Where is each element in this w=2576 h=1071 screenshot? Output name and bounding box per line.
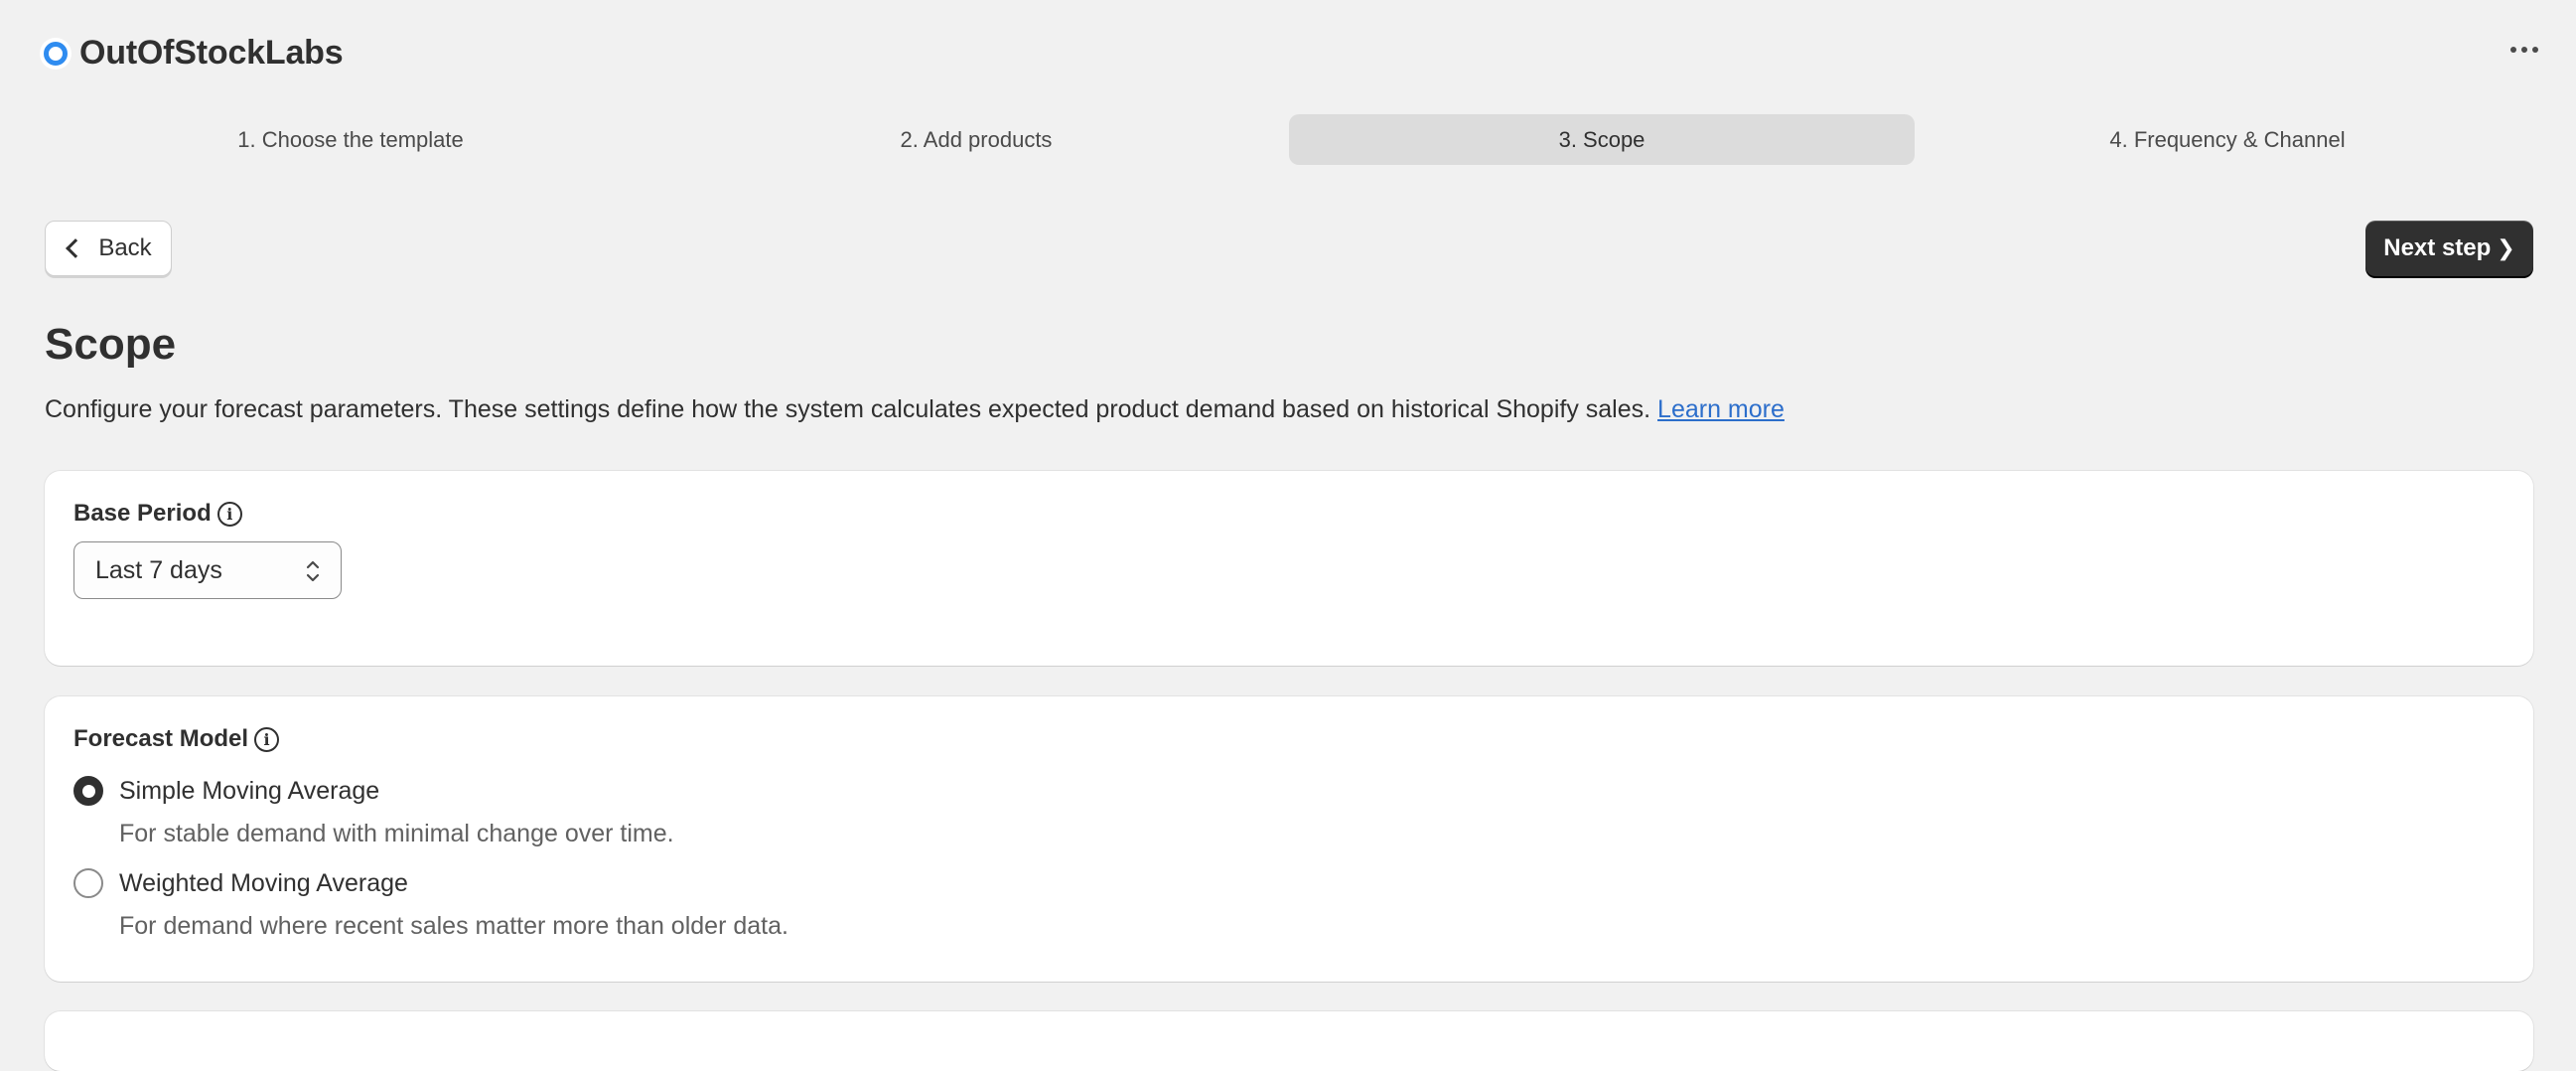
radio-button-checked[interactable] <box>73 776 103 806</box>
circle-logo-icon <box>40 37 72 70</box>
radio-weighted-moving-average[interactable]: Weighted Moving Average <box>73 868 408 898</box>
base-period-label: Base Period i <box>73 500 242 528</box>
base-period-card: Base Period i Last 7 days <box>45 471 2533 666</box>
page-title: Scope <box>45 320 177 369</box>
step-choose-template[interactable]: 1. Choose the template <box>38 114 663 165</box>
radio-help-text: For demand where recent sales matter mor… <box>119 912 788 940</box>
radio-button-unchecked[interactable] <box>73 868 103 898</box>
select-caret-icon <box>306 560 320 582</box>
page-description: Configure your forecast parameters. Thes… <box>45 395 1785 424</box>
info-icon[interactable]: i <box>254 726 280 752</box>
more-dots-icon <box>2510 47 2516 53</box>
base-period-label-text: Base Period <box>73 500 212 527</box>
app-title: OutOfStockLabs <box>79 34 344 72</box>
next-section-card <box>45 1011 2533 1071</box>
chevron-left-icon <box>66 238 86 258</box>
next-step-label: Next step <box>2383 234 2492 261</box>
back-button[interactable]: Back <box>45 221 172 276</box>
chevron-right-icon: ❯ <box>2497 235 2515 260</box>
step-frequency-channel[interactable]: 4. Frequency & Channel <box>1915 114 2540 165</box>
more-actions-button[interactable] <box>2504 30 2544 70</box>
forecast-model-card: Forecast Model i Simple Moving Average F… <box>45 696 2533 982</box>
app-logo: OutOfStockLabs <box>40 34 344 73</box>
base-period-value: Last 7 days <box>95 555 222 584</box>
step-add-products[interactable]: 2. Add products <box>663 114 1289 165</box>
step-scope[interactable]: 3. Scope <box>1289 114 1915 165</box>
forecast-model-label-text: Forecast Model <box>73 725 249 752</box>
page-description-text: Configure your forecast parameters. Thes… <box>45 395 1651 423</box>
radio-simple-moving-average[interactable]: Simple Moving Average <box>73 776 379 806</box>
learn-more-link[interactable]: Learn more <box>1657 395 1785 423</box>
back-button-label: Back <box>98 234 152 261</box>
radio-label: Simple Moving Average <box>119 776 380 805</box>
app-bar: OutOfStockLabs <box>0 0 2576 99</box>
radio-label: Weighted Moving Average <box>119 868 408 897</box>
radio-help-text: For stable demand with minimal change ov… <box>119 820 674 847</box>
info-icon[interactable]: i <box>216 501 242 527</box>
step-tabs: 1. Choose the template 2. Add products 3… <box>38 114 2540 165</box>
next-step-button[interactable]: Next step ❯ <box>2365 221 2533 276</box>
base-period-select[interactable]: Last 7 days <box>73 541 342 599</box>
forecast-model-label: Forecast Model i <box>73 725 280 753</box>
